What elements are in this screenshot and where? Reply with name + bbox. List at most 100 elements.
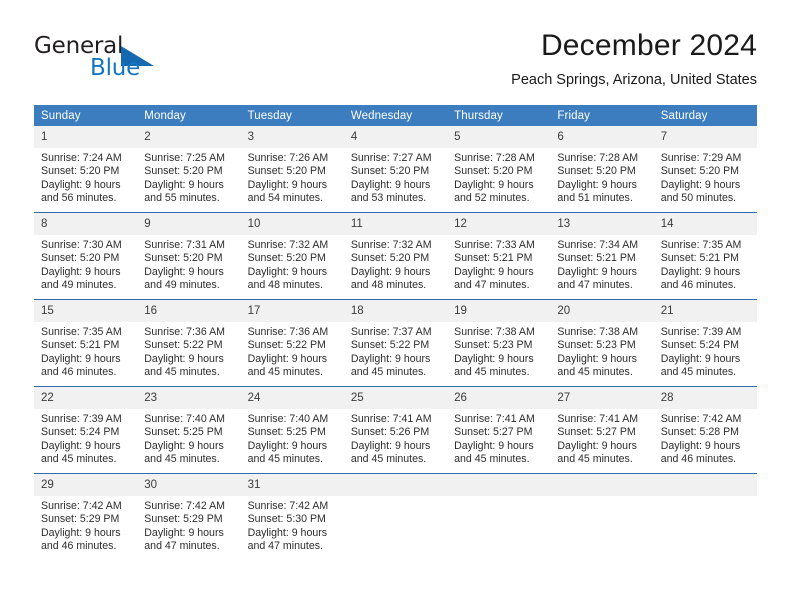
calendar-day-cell[interactable]: 24 Sunrise: 7:40 AM Sunset: 5:25 PM Dayl… (240, 386, 344, 474)
day-details: Sunrise: 7:34 AM Sunset: 5:21 PM Dayligh… (550, 235, 653, 293)
day-details: Sunrise: 7:36 AM Sunset: 5:22 PM Dayligh… (137, 322, 240, 380)
calendar-day-cell[interactable]: 21 Sunrise: 7:39 AM Sunset: 5:24 PM Dayl… (653, 299, 757, 387)
calendar-day-cell[interactable]: 13 Sunrise: 7:34 AM Sunset: 5:21 PM Dayl… (550, 212, 654, 300)
day-number: 21 (653, 300, 757, 322)
sunrise-text: Sunrise: 7:42 AM (247, 500, 329, 512)
calendar-day-cell[interactable]: 5 Sunrise: 7:28 AM Sunset: 5:20 PM Dayli… (447, 126, 551, 213)
calendar-day-cell[interactable]: 31 Sunrise: 7:42 AM Sunset: 5:30 PM Dayl… (240, 473, 344, 560)
day-number: 25 (343, 387, 448, 409)
calendar-day-cell[interactable]: 8 Sunrise: 7:30 AM Sunset: 5:20 PM Dayli… (34, 212, 138, 300)
day-details: Sunrise: 7:39 AM Sunset: 5:24 PM Dayligh… (34, 409, 137, 467)
sunset-text: Sunset: 5:21 PM (660, 252, 740, 265)
daylight-text: Daylight: 9 hours and 56 minutes. (41, 178, 121, 205)
day-details: Sunrise: 7:35 AM Sunset: 5:21 PM Dayligh… (654, 235, 757, 293)
sunrise-text: Sunrise: 7:32 AM (247, 239, 329, 251)
calendar-day-cell[interactable]: 22 Sunrise: 7:39 AM Sunset: 5:24 PM Dayl… (34, 386, 138, 474)
day-number: 1 (34, 126, 138, 148)
calendar-day-cell[interactable]: 12 Sunrise: 7:33 AM Sunset: 5:21 PM Dayl… (447, 212, 551, 300)
sunrise-text: Sunrise: 7:40 AM (247, 413, 329, 425)
calendar-day-cell[interactable]: 4 Sunrise: 7:27 AM Sunset: 5:20 PM Dayli… (343, 126, 448, 213)
day-details: Sunrise: 7:40 AM Sunset: 5:25 PM Dayligh… (241, 409, 344, 467)
calendar-day-cell[interactable]: 2 Sunrise: 7:25 AM Sunset: 5:20 PM Dayli… (137, 126, 241, 213)
daylight-text: Daylight: 9 hours and 47 minutes. (144, 526, 224, 553)
calendar-day-cell-empty (447, 473, 551, 560)
day-number: 8 (34, 213, 138, 235)
calendar-day-cell[interactable]: 25 Sunrise: 7:41 AM Sunset: 5:26 PM Dayl… (343, 386, 448, 474)
day-number (550, 474, 654, 496)
daylight-text: Daylight: 9 hours and 45 minutes. (454, 439, 534, 466)
day-number: 14 (653, 213, 757, 235)
sunrise-text: Sunrise: 7:31 AM (144, 239, 225, 251)
day-details: Sunrise: 7:33 AM Sunset: 5:21 PM Dayligh… (447, 235, 550, 293)
day-details: Sunrise: 7:41 AM Sunset: 5:27 PM Dayligh… (447, 409, 550, 467)
day-details: Sunrise: 7:32 AM Sunset: 5:20 PM Dayligh… (241, 235, 344, 293)
daylight-text: Daylight: 9 hours and 49 minutes. (144, 265, 224, 292)
day-number: 30 (137, 474, 241, 496)
calendar-day-cell[interactable]: 7 Sunrise: 7:29 AM Sunset: 5:20 PM Dayli… (653, 126, 757, 213)
day-number: 10 (240, 213, 344, 235)
day-details: Sunrise: 7:42 AM Sunset: 5:29 PM Dayligh… (34, 496, 137, 554)
sunset-text: Sunset: 5:20 PM (41, 252, 120, 265)
calendar-day-cell[interactable]: 23 Sunrise: 7:40 AM Sunset: 5:25 PM Dayl… (137, 386, 241, 474)
daylight-text: Daylight: 9 hours and 45 minutes. (350, 352, 431, 379)
calendar-day-cell[interactable]: 11 Sunrise: 7:32 AM Sunset: 5:20 PM Dayl… (343, 212, 448, 300)
calendar-day-cell-empty (343, 473, 448, 560)
sunset-text: Sunset: 5:22 PM (350, 339, 430, 352)
sunset-text: Sunset: 5:20 PM (144, 252, 223, 265)
day-number: 12 (447, 213, 551, 235)
sunset-text: Sunset: 5:22 PM (144, 339, 223, 352)
calendar-day-cell[interactable]: 29 Sunrise: 7:42 AM Sunset: 5:29 PM Dayl… (34, 473, 138, 560)
calendar-day-cell[interactable]: 26 Sunrise: 7:41 AM Sunset: 5:27 PM Dayl… (447, 386, 551, 474)
calendar-day-cell[interactable]: 10 Sunrise: 7:32 AM Sunset: 5:20 PM Dayl… (240, 212, 344, 300)
sunset-text: Sunset: 5:29 PM (144, 513, 223, 526)
sunrise-text: Sunrise: 7:38 AM (557, 326, 639, 338)
daylight-text: Daylight: 9 hours and 54 minutes. (247, 178, 328, 205)
day-details: Sunrise: 7:42 AM Sunset: 5:30 PM Dayligh… (241, 496, 344, 554)
day-details: Sunrise: 7:41 AM Sunset: 5:26 PM Dayligh… (344, 409, 447, 467)
sunset-text: Sunset: 5:24 PM (41, 426, 120, 439)
daylight-text: Daylight: 9 hours and 49 minutes. (41, 265, 121, 292)
daylight-text: Daylight: 9 hours and 45 minutes. (454, 352, 534, 379)
sunset-text: Sunset: 5:25 PM (247, 426, 326, 439)
page-subtitle: Peach Springs, Arizona, United States (511, 72, 757, 88)
sunrise-text: Sunrise: 7:29 AM (660, 152, 742, 164)
calendar-day-cell[interactable]: 1 Sunrise: 7:24 AM Sunset: 5:20 PM Dayli… (34, 126, 138, 213)
daylight-text: Daylight: 9 hours and 45 minutes. (144, 352, 224, 379)
day-details: Sunrise: 7:37 AM Sunset: 5:22 PM Dayligh… (344, 322, 447, 380)
day-number: 4 (343, 126, 448, 148)
calendar-day-cell[interactable]: 18 Sunrise: 7:37 AM Sunset: 5:22 PM Dayl… (343, 299, 448, 387)
calendar-day-cell[interactable]: 15 Sunrise: 7:35 AM Sunset: 5:21 PM Dayl… (34, 299, 138, 387)
sunrise-text: Sunrise: 7:27 AM (350, 152, 432, 164)
calendar-day-cell[interactable]: 14 Sunrise: 7:35 AM Sunset: 5:21 PM Dayl… (653, 212, 757, 300)
sunset-text: Sunset: 5:27 PM (454, 426, 533, 439)
calendar-day-cell[interactable]: 16 Sunrise: 7:36 AM Sunset: 5:22 PM Dayl… (137, 299, 241, 387)
day-number: 7 (653, 126, 757, 148)
day-number: 2 (137, 126, 241, 148)
day-number: 23 (137, 387, 241, 409)
calendar-day-cell[interactable]: 28 Sunrise: 7:42 AM Sunset: 5:28 PM Dayl… (653, 386, 757, 474)
calendar-day-cell[interactable]: 9 Sunrise: 7:31 AM Sunset: 5:20 PM Dayli… (137, 212, 241, 300)
day-number: 28 (653, 387, 757, 409)
day-number: 22 (34, 387, 138, 409)
sunset-text: Sunset: 5:23 PM (557, 339, 636, 352)
day-number: 13 (550, 213, 654, 235)
calendar-day-cell[interactable]: 17 Sunrise: 7:36 AM Sunset: 5:22 PM Dayl… (240, 299, 344, 387)
calendar-day-cell[interactable]: 27 Sunrise: 7:41 AM Sunset: 5:27 PM Dayl… (550, 386, 654, 474)
general-blue-logo[interactable]: General Blue (34, 33, 204, 85)
calendar-day-cell[interactable]: 20 Sunrise: 7:38 AM Sunset: 5:23 PM Dayl… (550, 299, 654, 387)
calendar-day-cell[interactable]: 19 Sunrise: 7:38 AM Sunset: 5:23 PM Dayl… (447, 299, 551, 387)
day-number: 6 (550, 126, 654, 148)
calendar-day-cell[interactable]: 6 Sunrise: 7:28 AM Sunset: 5:20 PM Dayli… (550, 126, 654, 213)
calendar-day-cell[interactable]: 3 Sunrise: 7:26 AM Sunset: 5:20 PM Dayli… (240, 126, 344, 213)
day-details: Sunrise: 7:29 AM Sunset: 5:20 PM Dayligh… (654, 148, 757, 206)
day-number: 18 (343, 300, 448, 322)
calendar-day-cell[interactable]: 30 Sunrise: 7:42 AM Sunset: 5:29 PM Dayl… (137, 473, 241, 560)
sunset-text: Sunset: 5:21 PM (454, 252, 533, 265)
day-details: Sunrise: 7:35 AM Sunset: 5:21 PM Dayligh… (34, 322, 137, 380)
daylight-text: Daylight: 9 hours and 48 minutes. (350, 265, 431, 292)
weekday-header-wednesday: Wednesday (343, 105, 448, 126)
sunrise-text: Sunrise: 7:42 AM (41, 500, 122, 512)
daylight-text: Daylight: 9 hours and 47 minutes. (247, 526, 328, 553)
sunrise-text: Sunrise: 7:40 AM (144, 413, 225, 425)
day-details: Sunrise: 7:38 AM Sunset: 5:23 PM Dayligh… (447, 322, 550, 380)
